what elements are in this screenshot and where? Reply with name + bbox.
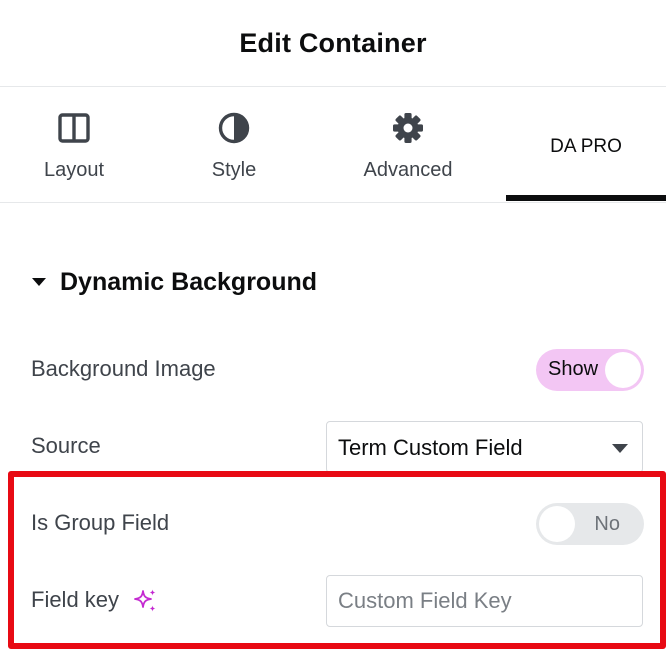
switch-knob bbox=[605, 352, 641, 388]
tab-da-pro[interactable]: DA PRO bbox=[506, 87, 666, 203]
source-selected-value: Term Custom Field bbox=[338, 435, 523, 460]
tab-label: DA PRO bbox=[550, 136, 622, 157]
field-key-input[interactable] bbox=[326, 575, 643, 627]
tab-label: Style bbox=[211, 159, 257, 181]
tab-bar: Layout Style Advanced DA PRO bbox=[0, 87, 666, 203]
ai-sparkle-icon[interactable] bbox=[133, 588, 159, 614]
section-toggle[interactable]: Dynamic Background bbox=[32, 264, 317, 300]
active-tab-indicator bbox=[506, 195, 666, 201]
layout-columns-icon bbox=[57, 111, 91, 145]
background-image-label: Background Image bbox=[31, 356, 216, 381]
chevron-down-icon bbox=[612, 444, 628, 453]
switch-knob bbox=[539, 506, 575, 542]
source-select[interactable]: Term Custom Field bbox=[326, 421, 643, 473]
is-group-field-label: Is Group Field bbox=[31, 510, 170, 535]
switch-state-text: No bbox=[594, 513, 620, 535]
caret-down-icon bbox=[32, 278, 46, 286]
source-label: Source bbox=[31, 433, 101, 458]
editor-panel: Edit Container Layout Style Advanced DA … bbox=[0, 0, 666, 652]
tab-style[interactable]: Style bbox=[148, 87, 320, 203]
is-group-field-switch[interactable]: No bbox=[536, 503, 644, 545]
tab-layout[interactable]: Layout bbox=[0, 87, 148, 203]
half-circle-contrast-icon bbox=[217, 111, 251, 145]
switch-state-text: Show bbox=[548, 358, 599, 380]
section-title: Dynamic Background bbox=[60, 267, 318, 296]
tab-label: Advanced bbox=[363, 159, 453, 181]
field-key-label: Field key bbox=[31, 587, 120, 612]
panel-header: Edit Container bbox=[0, 0, 666, 87]
tab-label: Layout bbox=[43, 159, 105, 181]
gear-icon bbox=[391, 111, 425, 145]
tab-advanced[interactable]: Advanced bbox=[320, 87, 496, 203]
background-image-switch[interactable]: Show bbox=[536, 349, 644, 391]
page-title: Edit Container bbox=[239, 27, 427, 58]
